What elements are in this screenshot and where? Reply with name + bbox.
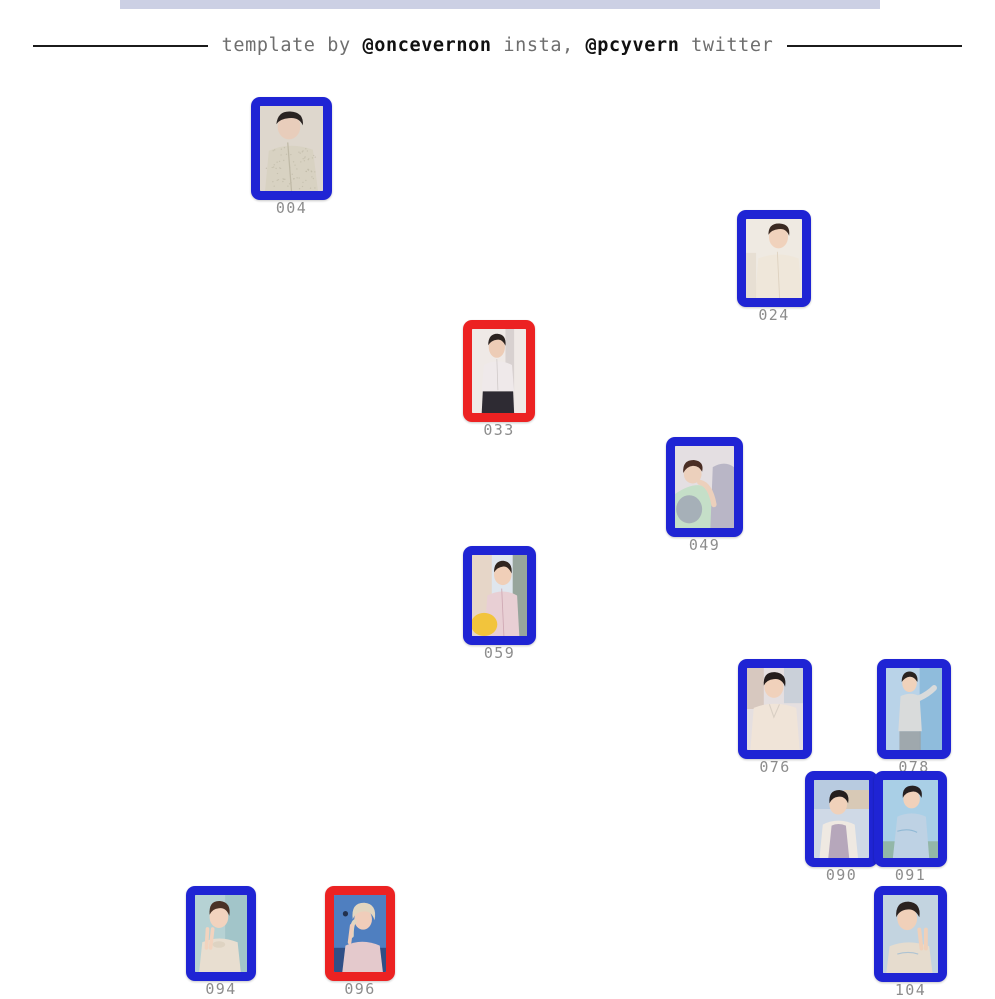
photocard-094[interactable]: 094 bbox=[186, 886, 256, 997]
photocard-label: 076 bbox=[738, 760, 812, 775]
twitter-handle[interactable]: @pcyvern bbox=[586, 35, 680, 56]
photocard-076[interactable]: 076 bbox=[738, 659, 812, 775]
photocard-label: 090 bbox=[805, 868, 878, 883]
photocard-frame-blue bbox=[251, 97, 332, 200]
photocard-033[interactable]: 033 bbox=[463, 320, 535, 438]
template-credit-header: template by @oncevernon insta, @pcyvern … bbox=[0, 31, 995, 61]
photocard-frame-blue bbox=[874, 886, 947, 982]
photocard-label: 033 bbox=[463, 423, 535, 438]
photocard-frame-blue bbox=[737, 210, 811, 307]
photocard-frame-blue bbox=[877, 659, 951, 759]
photocard-image bbox=[472, 329, 526, 413]
photocard-label: 104 bbox=[874, 983, 947, 998]
header-rule-left bbox=[33, 45, 208, 47]
photocard-104[interactable]: 104 bbox=[874, 886, 947, 998]
photocard-frame-blue bbox=[186, 886, 256, 981]
photocard-frame-red bbox=[463, 320, 535, 422]
credit-middle: insta, bbox=[492, 35, 586, 56]
photocard-label: 024 bbox=[737, 308, 811, 323]
credit-prefix: template by bbox=[222, 35, 363, 56]
photocard-label: 049 bbox=[666, 538, 743, 553]
photocard-image bbox=[334, 895, 386, 972]
top-decorative-bar bbox=[120, 0, 880, 9]
photocard-frame-blue bbox=[738, 659, 812, 759]
credit-text: template by @oncevernon insta, @pcyvern … bbox=[222, 37, 774, 56]
photocard-090[interactable]: 090 bbox=[805, 771, 878, 883]
photocard-image bbox=[260, 106, 323, 191]
photocard-image bbox=[746, 219, 802, 298]
photocard-frame-red bbox=[325, 886, 395, 981]
photocard-label: 059 bbox=[463, 646, 536, 661]
photocard-image bbox=[472, 555, 527, 636]
photocard-049[interactable]: 049 bbox=[666, 437, 743, 553]
photocard-image bbox=[747, 668, 803, 750]
photocard-frame-blue bbox=[874, 771, 947, 867]
photocard-078[interactable]: 078 bbox=[877, 659, 951, 775]
photocard-024[interactable]: 024 bbox=[737, 210, 811, 323]
photocard-frame-blue bbox=[463, 546, 536, 645]
photocard-frame-blue bbox=[666, 437, 743, 537]
photocard-059[interactable]: 059 bbox=[463, 546, 536, 661]
photocard-096[interactable]: 096 bbox=[325, 886, 395, 997]
credit-suffix: twitter bbox=[679, 35, 773, 56]
photocard-image bbox=[883, 895, 938, 973]
photocard-image bbox=[814, 780, 869, 858]
photocard-image bbox=[883, 780, 938, 858]
photocard-091[interactable]: 091 bbox=[874, 771, 947, 883]
photocard-label: 004 bbox=[251, 201, 332, 216]
photocard-label: 091 bbox=[874, 868, 947, 883]
photocard-image bbox=[886, 668, 942, 750]
photocard-image bbox=[675, 446, 734, 528]
header-rule-right bbox=[787, 45, 962, 47]
photocard-image bbox=[195, 895, 247, 972]
photocard-004[interactable]: 004 bbox=[251, 97, 332, 216]
photocard-frame-blue bbox=[805, 771, 878, 867]
instagram-handle[interactable]: @oncevernon bbox=[363, 35, 492, 56]
